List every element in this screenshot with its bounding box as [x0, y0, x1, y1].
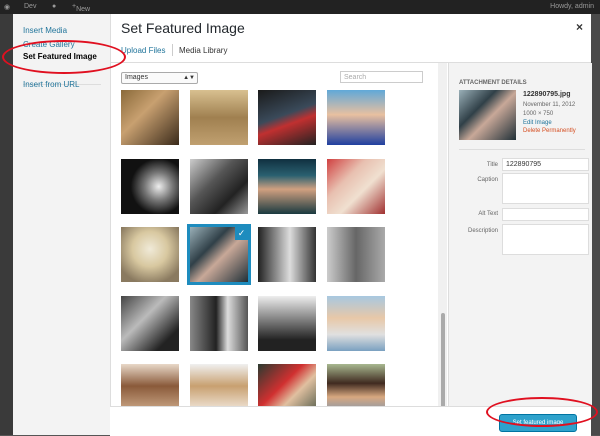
- router-tabs: Upload Files Media Library: [110, 40, 591, 63]
- admin-bar: ◉ Dev ● + New Howdy, admin: [0, 0, 600, 14]
- attachment-thumbnail[interactable]: [258, 364, 316, 406]
- wordpress-icon[interactable]: ◉: [4, 3, 10, 11]
- attachment-details-sidebar: ATTACHMENT DETAILS 122890795.jpg Novembe…: [448, 63, 592, 406]
- admin-menu-strip: [0, 14, 13, 435]
- menu-create-gallery[interactable]: Create Gallery: [23, 40, 75, 49]
- attachment-thumbnail[interactable]: [190, 296, 248, 351]
- attachment-dimensions: 1000 × 750: [523, 111, 554, 117]
- attachment-thumbnail[interactable]: [258, 159, 316, 214]
- tab-media-library[interactable]: Media Library: [179, 46, 227, 55]
- caption-field[interactable]: [502, 173, 589, 204]
- attachment-thumbnail[interactable]: [327, 364, 385, 406]
- media-filter-value: Images: [125, 74, 148, 81]
- attachment-thumbnail[interactable]: [121, 227, 179, 282]
- admin-bar-new-label: New: [76, 6, 91, 13]
- attachment-preview-image: [459, 90, 516, 140]
- media-frame-menu: Insert Media Create Gallery Set Featured…: [13, 14, 111, 435]
- scrollbar-thumb[interactable]: [441, 313, 445, 408]
- close-icon[interactable]: ×: [576, 20, 583, 34]
- attachments-browser: Images ▲▼ Search ✓: [111, 63, 437, 406]
- title-field[interactable]: 122890795: [502, 158, 589, 171]
- attachments-scrollbar[interactable]: [438, 63, 447, 408]
- attachment-details-heading: ATTACHMENT DETAILS: [459, 80, 527, 86]
- edit-image-link[interactable]: Edit Image: [523, 120, 552, 126]
- comments-icon[interactable]: ●: [52, 3, 56, 10]
- tab-upload-files[interactable]: Upload Files: [121, 46, 165, 55]
- media-modal: Insert Media Create Gallery Set Featured…: [13, 14, 592, 436]
- attachment-thumbnail[interactable]: [327, 227, 385, 282]
- attachment-thumbnail[interactable]: [327, 90, 385, 145]
- attachment-thumbnail[interactable]: [121, 296, 179, 351]
- checkmark-icon[interactable]: ✓: [235, 227, 248, 240]
- attachment-filename: 122890795.jpg: [523, 91, 571, 98]
- alt-text-field[interactable]: [502, 208, 589, 221]
- menu-set-featured-image[interactable]: Set Featured Image: [23, 52, 97, 61]
- media-filter-select[interactable]: Images ▲▼: [121, 72, 198, 84]
- admin-bar-user[interactable]: Howdy, admin: [550, 3, 594, 10]
- description-field[interactable]: [502, 224, 589, 255]
- menu-insert-media[interactable]: Insert Media: [23, 26, 67, 35]
- attachment-thumbnail[interactable]: [258, 296, 316, 351]
- attachment-thumbnail[interactable]: [121, 90, 179, 145]
- alt-text-label: Alt Text: [478, 211, 498, 217]
- chevron-updown-icon: ▲▼: [183, 75, 195, 81]
- set-featured-image-button[interactable]: Set featured image: [499, 414, 577, 432]
- attachment-thumbnail[interactable]: [121, 159, 179, 214]
- attachment-thumbnail-selected[interactable]: ✓: [187, 224, 251, 285]
- frame-title: Set Featured Image: [121, 20, 245, 36]
- title-label: Title: [486, 162, 498, 168]
- attachment-thumbnail[interactable]: [258, 227, 316, 282]
- tab-divider: [172, 44, 173, 56]
- attachment-date: November 11, 2012: [523, 102, 576, 108]
- admin-bar-site[interactable]: Dev: [24, 3, 36, 10]
- sidebar-divider: [459, 149, 585, 150]
- attachment-thumbnail[interactable]: [327, 159, 385, 214]
- attachment-thumbnail[interactable]: [190, 364, 248, 406]
- delete-permanently-link[interactable]: Delete Permanently: [523, 128, 576, 134]
- attachment-thumbnail[interactable]: [121, 364, 179, 406]
- description-label: Description: [467, 228, 498, 234]
- attachment-thumbnail[interactable]: [327, 296, 385, 351]
- search-input[interactable]: Search: [340, 71, 423, 83]
- attachment-thumbnail[interactable]: [258, 90, 316, 145]
- admin-bar-new[interactable]: + New: [72, 3, 90, 13]
- caption-label: Caption: [477, 177, 498, 183]
- media-frame-toolbar: Set featured image: [110, 406, 591, 436]
- menu-insert-from-url[interactable]: Insert from URL: [23, 80, 79, 89]
- attachment-thumbnail[interactable]: [190, 90, 248, 145]
- attachment-thumbnail[interactable]: [190, 159, 248, 214]
